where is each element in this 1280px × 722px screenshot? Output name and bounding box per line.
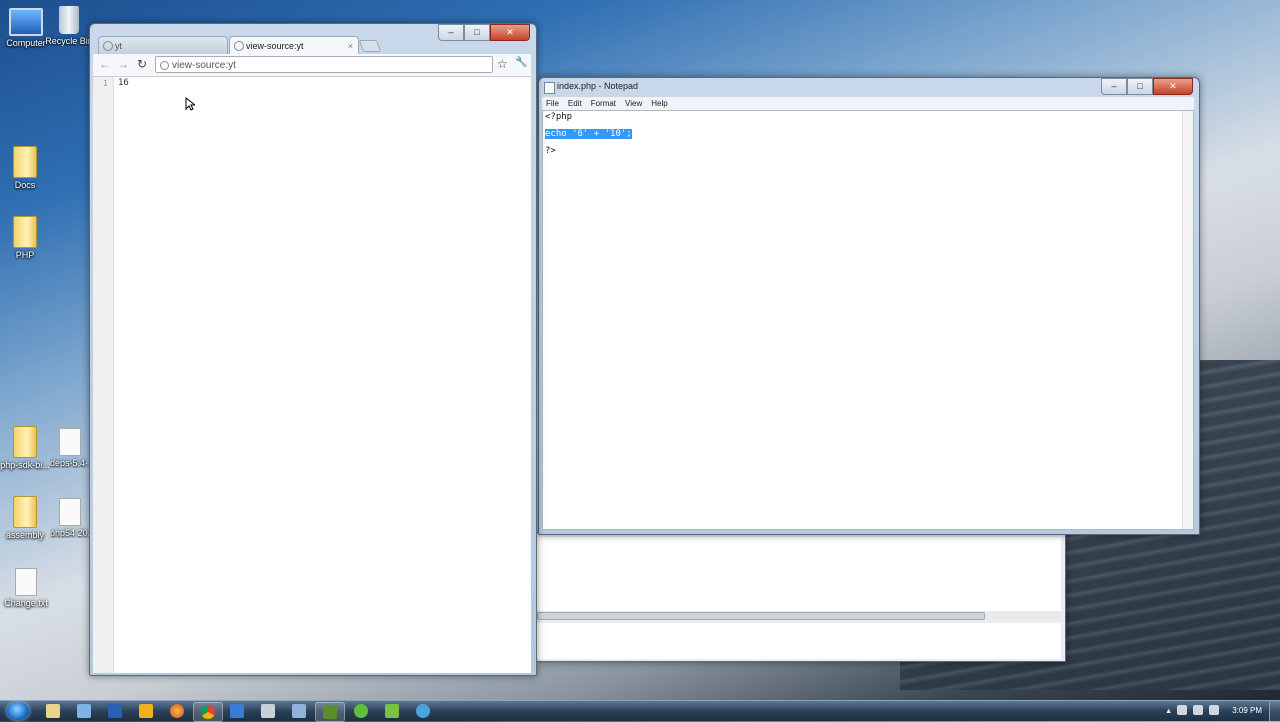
desktop-icon-label: php-sdk-bi... <box>0 460 50 470</box>
menu-edit[interactable]: Edit <box>564 97 587 108</box>
bookmark-star-icon[interactable]: ☆ <box>497 57 508 71</box>
globe-icon <box>103 41 113 51</box>
desktop-icon-label: PHP <box>15 250 35 260</box>
forward-button[interactable]: → <box>117 57 129 71</box>
folder-icon <box>13 496 37 528</box>
folder-icon <box>13 426 37 458</box>
background-window-pane <box>537 623 1061 659</box>
word-icon[interactable] <box>108 704 122 718</box>
background-window-pane <box>537 537 1061 613</box>
folder-icon <box>13 146 37 178</box>
chrome-window: – □ ✕ yt view-source:yt × ← → ↻ view-sou… <box>89 23 537 676</box>
tab-label: yt <box>115 41 123 51</box>
notepad-window: index.php - Notepad – □ ✕ File Edit Format… <box>538 77 1200 535</box>
app-icon[interactable] <box>139 704 153 718</box>
desktop-icon-label: Recycle Bin <box>45 36 93 46</box>
explorer-icon[interactable] <box>46 704 60 718</box>
action-center-icon[interactable] <box>1177 705 1187 715</box>
chrome-taskbar-button[interactable] <box>193 702 223 722</box>
desktop-icon-label: php54 20... <box>50 528 90 538</box>
desktop-icon-label: assembly <box>5 530 44 540</box>
file-icon <box>15 568 37 596</box>
recycle-bin-icon <box>59 6 79 34</box>
app-icon[interactable] <box>292 704 306 718</box>
app-icon[interactable] <box>261 704 275 718</box>
vertical-scrollbar[interactable] <box>1182 111 1193 529</box>
desktop-icon-label: deps-5.4-... <box>50 458 90 468</box>
reload-button[interactable]: ↻ <box>137 57 147 71</box>
desktop-icon-php[interactable]: PHP <box>0 216 55 260</box>
wrench-menu-icon[interactable]: 🔧 <box>515 57 527 68</box>
volume-icon[interactable] <box>1209 705 1219 715</box>
file-icon <box>59 498 81 526</box>
text-editor[interactable]: <?php echo '6' + '10'; ?> <box>542 110 1194 530</box>
minimize-button[interactable]: – <box>1101 78 1127 95</box>
maximize-button[interactable]: □ <box>464 24 490 41</box>
app-icon[interactable] <box>416 704 430 718</box>
tab-yt[interactable]: yt <box>98 36 228 54</box>
notepad-plus-icon[interactable] <box>385 704 399 718</box>
taskbar: ▲ 3:09 PM <box>0 700 1280 722</box>
desktop-icon-php-sdk[interactable]: php-sdk-bi... <box>0 426 55 470</box>
code-line: <?php <box>545 112 573 122</box>
new-tab-button[interactable] <box>358 40 382 52</box>
start-button[interactable] <box>7 702 29 720</box>
background-window <box>536 532 1066 662</box>
clock[interactable]: 3:09 PM <box>1232 706 1262 715</box>
close-button[interactable]: ✕ <box>490 24 530 41</box>
address-bar[interactable]: view-source:yt <box>155 56 493 73</box>
desktop-icon-docs[interactable]: Docs <box>0 146 55 190</box>
desktop-icon-php54[interactable]: php54 20... <box>50 498 90 538</box>
app-icon[interactable] <box>77 704 91 718</box>
dreamweaver-taskbar-button[interactable] <box>315 702 345 722</box>
tray-overflow-icon[interactable]: ▲ <box>1165 708 1172 715</box>
menu-view[interactable]: View <box>621 97 647 108</box>
desktop-icon-change-txt[interactable]: Change.txt <box>0 568 56 608</box>
horizontal-scrollbar[interactable] <box>537 611 1061 620</box>
app-icon[interactable] <box>354 704 368 718</box>
notepad-icon <box>544 82 555 94</box>
computer-icon <box>9 8 43 36</box>
chrome-icon <box>201 705 215 719</box>
line-number-gutter: 1 <box>93 77 114 673</box>
dreamweaver-icon <box>323 705 337 719</box>
window-controls: – □ ✕ <box>1101 78 1193 95</box>
desktop-icon-deps[interactable]: deps-5.4-... <box>50 428 90 468</box>
mouse-pointer-icon <box>185 97 195 111</box>
app-icon[interactable] <box>230 704 244 718</box>
desktop-icon-label: Docs <box>14 180 36 190</box>
globe-icon <box>160 61 169 70</box>
window-controls: – □ ✕ <box>438 24 530 41</box>
minimize-button[interactable]: – <box>438 24 464 41</box>
folder-icon <box>13 216 37 248</box>
menu-format[interactable]: Format <box>587 97 621 108</box>
page-content: 1 16 <box>93 76 531 673</box>
menu-file[interactable]: File <box>542 97 564 108</box>
browser-toolbar: ← → ↻ view-source:yt ☆ 🔧 <box>93 54 531 76</box>
file-icon <box>59 428 81 456</box>
scrollbar-thumb[interactable] <box>537 612 985 620</box>
back-button[interactable]: ← <box>99 57 111 71</box>
desktop-icon-recycle-bin[interactable]: Recycle Bin <box>44 6 94 46</box>
menu-bar: File Edit Format View Help <box>542 97 1194 110</box>
globe-icon <box>234 41 244 51</box>
tab-view-source[interactable]: view-source:yt × <box>229 36 359 54</box>
address-text: view-source:yt <box>172 60 236 71</box>
desktop-icon-label: Change.txt <box>4 598 48 608</box>
tab-close-icon[interactable]: × <box>348 37 353 55</box>
network-icon[interactable] <box>1193 705 1203 715</box>
firefox-icon[interactable] <box>170 704 184 718</box>
desktop-icon-assembly[interactable]: assembly <box>0 496 55 540</box>
source-text: 16 <box>118 78 129 88</box>
code-line: ?> <box>545 146 556 156</box>
close-button[interactable]: ✕ <box>1153 78 1193 95</box>
line-number: 1 <box>103 79 108 88</box>
tab-label: view-source:yt <box>246 41 304 51</box>
code-line-selected: echo '6' + '10'; <box>545 129 632 139</box>
window-title: index.php - Notepad <box>557 81 639 91</box>
menu-help[interactable]: Help <box>647 97 672 108</box>
maximize-button[interactable]: □ <box>1127 78 1153 95</box>
show-desktop-button[interactable] <box>1269 701 1280 721</box>
